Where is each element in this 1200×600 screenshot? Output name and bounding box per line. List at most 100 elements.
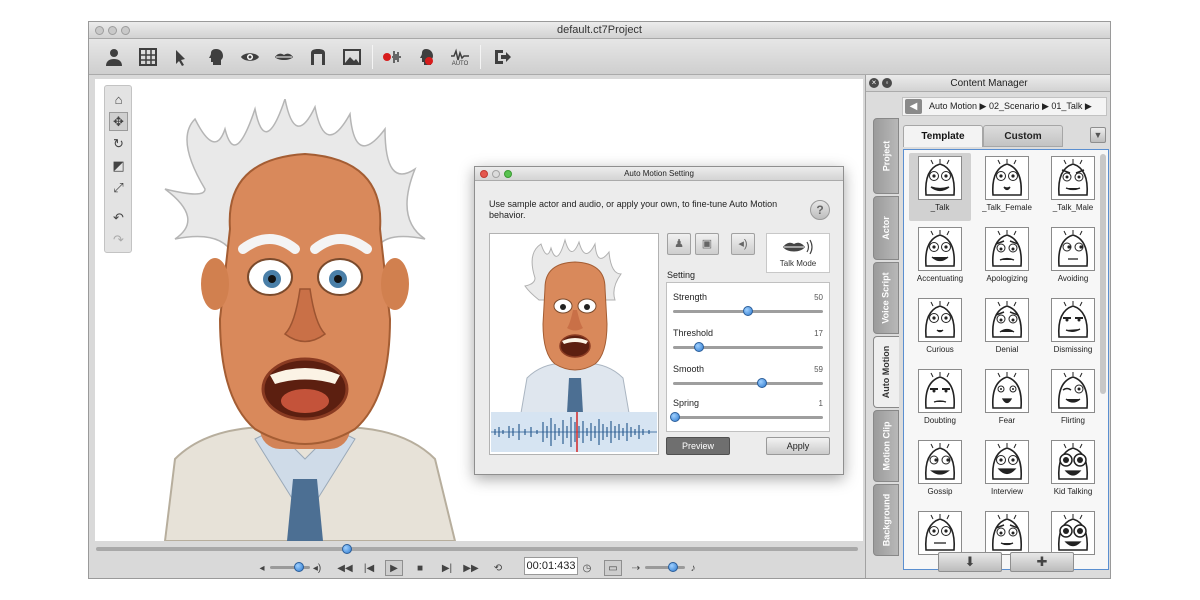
slider-knob[interactable] [756,378,767,388]
rotate-icon[interactable]: ↻ [109,134,128,153]
previous-frame-icon[interactable]: |◀ [361,560,377,576]
help-button[interactable]: ? [810,200,830,220]
template-item[interactable]: Gossip [909,437,971,505]
breadcrumb-path[interactable]: Auto Motion ▶ 02_Scenario ▶ 01_Talk ▶ [929,101,1092,111]
tab-custom[interactable]: Custom [983,125,1063,147]
template-item[interactable]: _Talk_Female [976,153,1038,221]
clock-icon[interactable]: ◷ [580,560,594,576]
slider-track[interactable] [673,342,823,352]
head-icon[interactable] [203,44,229,70]
template-item[interactable]: _Talk [909,153,971,221]
smooth-slider[interactable]: Smooth 59 [673,364,823,396]
volume-slider[interactable] [270,562,310,572]
side-tab-actor[interactable]: Actor [873,196,899,260]
next-frame-icon[interactable]: ▶| [439,560,455,576]
undock-panel-icon[interactable]: ◦ [882,78,892,88]
tab-template[interactable]: Template [903,125,983,147]
template-item[interactable]: Apologizing [976,224,1038,292]
scale-icon[interactable]: ◩ [109,156,128,175]
back-arrow-icon[interactable]: ◀ [905,99,922,114]
template-item[interactable]: Fear [976,366,1038,434]
template-thumbnail [985,156,1029,200]
dialog-close-button[interactable] [480,170,488,178]
template-item[interactable]: Accentuating [909,224,971,292]
template-item[interactable]: Dismissing [1042,295,1104,363]
move-icon[interactable]: ✥ [109,112,128,131]
close-window-button[interactable] [95,26,104,35]
spring-slider[interactable]: Spring 1 [669,398,823,430]
sample-actor-button[interactable]: ♟ [667,233,691,255]
slider-track[interactable] [673,306,823,316]
speed-slider[interactable] [645,562,685,572]
hand-pointer-icon[interactable] [169,44,195,70]
play-button[interactable]: ▶ [385,560,403,576]
face-frame-icon[interactable] [305,44,331,70]
lips-icon[interactable] [271,44,297,70]
audio-waveform[interactable] [491,412,657,452]
timeline-knob[interactable] [342,544,353,554]
template-item[interactable]: Flirting [1042,366,1104,434]
speed-knob[interactable] [668,562,678,572]
talk-mode-button[interactable]: Talk Mode [766,233,830,273]
volume-knob[interactable] [293,562,304,572]
slider-knob[interactable] [693,342,704,352]
template-item[interactable]: Curious [909,295,971,363]
undo-icon[interactable]: ↶ [109,208,128,227]
export-icon[interactable] [489,44,515,70]
actor-icon[interactable] [101,44,127,70]
audio-record-icon[interactable] [379,44,405,70]
template-item[interactable]: Denial [976,295,1038,363]
side-tab-background[interactable]: Background [873,484,899,556]
slider-track[interactable] [669,412,823,422]
apply-download-button[interactable]: ⬇ [938,552,1002,572]
custom-actor-button[interactable]: ▣ [695,233,719,255]
voice-record-icon[interactable] [413,44,439,70]
fit-icon[interactable]: ⤢ [109,178,128,197]
eye-icon[interactable] [237,44,263,70]
template-label: Curious [926,345,954,354]
threshold-slider[interactable]: Threshold 17 [673,328,823,360]
template-item[interactable]: Doubting [909,366,971,434]
fast-forward-icon[interactable]: ▶▶ [463,560,479,576]
template-item[interactable]: Kid Talking [1042,437,1104,505]
dialog-zoom-button[interactable] [504,170,512,178]
loop-icon[interactable]: ⟲ [490,560,506,576]
side-tab-auto-motion[interactable]: Auto Motion [873,336,899,408]
preview-button[interactable]: Preview [666,437,730,455]
auto-motion-icon[interactable]: AUTO [447,44,473,70]
side-tab-motion-clip[interactable]: Motion Clip [873,410,899,482]
dialog-title-bar: Auto Motion Setting [475,167,843,181]
close-panel-icon[interactable]: × [869,78,879,88]
template-thumbnail [1051,298,1095,342]
template-grid: _Talk _Talk_Female _Talk_Male Accentuating A… [903,149,1109,570]
timeline-slider[interactable] [96,544,858,554]
dropdown-arrow-icon[interactable]: ▼ [1090,127,1106,143]
template-item[interactable]: _Talk_Male [1042,153,1104,221]
minimize-window-button[interactable] [108,26,117,35]
side-tab-project[interactable]: Project [873,118,899,194]
template-item[interactable]: Avoiding [1042,224,1104,292]
slider-value: 17 [814,329,823,338]
puppet-grid-icon[interactable] [135,44,161,70]
slider-knob[interactable] [669,412,680,422]
zoom-window-button[interactable] [121,26,130,35]
add-button[interactable]: ✚ [1010,552,1074,572]
cartoon-actor[interactable] [135,99,475,541]
image-icon[interactable] [339,44,365,70]
rewind-icon[interactable]: ◀◀ [337,560,353,576]
slider-knob[interactable] [743,306,753,316]
title-bar: default.ct7Project [89,22,1110,39]
time-display[interactable]: 00:01:433 [524,557,578,575]
dialog-minimize-button[interactable] [492,170,500,178]
home-icon[interactable]: ⌂ [109,90,128,109]
slider-track[interactable] [673,378,823,388]
strength-slider[interactable]: Strength 50 [673,292,823,324]
audio-button[interactable]: ◂) [731,233,755,255]
slider-value: 50 [814,293,823,302]
side-tab-voice-script[interactable]: Voice Script [873,262,899,334]
template-item[interactable]: Interview [976,437,1038,505]
redo-icon[interactable]: ↷ [109,230,128,249]
stop-icon[interactable]: ■ [412,560,428,576]
apply-button[interactable]: Apply [766,437,830,455]
display-icon[interactable]: ▭ [604,560,622,576]
